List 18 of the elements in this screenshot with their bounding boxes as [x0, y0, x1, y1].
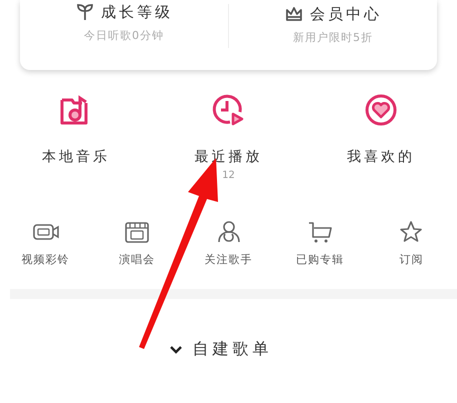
card-title[interactable]: 会员中心	[310, 4, 382, 24]
feature-label[interactable]: 订阅	[399, 252, 424, 267]
feature-label[interactable]: 已购专辑	[296, 252, 344, 267]
quick-link-label[interactable]: 最近播放	[194, 148, 262, 166]
play-count: 12	[222, 170, 235, 181]
quick-link-label[interactable]: 我喜欢的	[346, 148, 415, 166]
card-title[interactable]: 成长等级	[101, 2, 173, 22]
heart-circle-icon	[362, 92, 399, 128]
card-subtitle: 今日听歌0分钟	[84, 28, 164, 43]
sprout-icon	[75, 2, 95, 22]
feature-label[interactable]: 视频彩铃	[22, 252, 70, 267]
crown-icon	[284, 4, 304, 24]
playlist-section-toggle[interactable]: 自建歌单	[168, 339, 272, 360]
feature-label[interactable]: 演唱会	[119, 252, 156, 267]
card-subtitle: 新用户限时5折	[293, 30, 373, 45]
feature-label[interactable]: 关注歌手	[204, 252, 253, 267]
clock-play-icon	[210, 92, 246, 128]
quick-link-label[interactable]: 本地音乐	[42, 148, 110, 166]
